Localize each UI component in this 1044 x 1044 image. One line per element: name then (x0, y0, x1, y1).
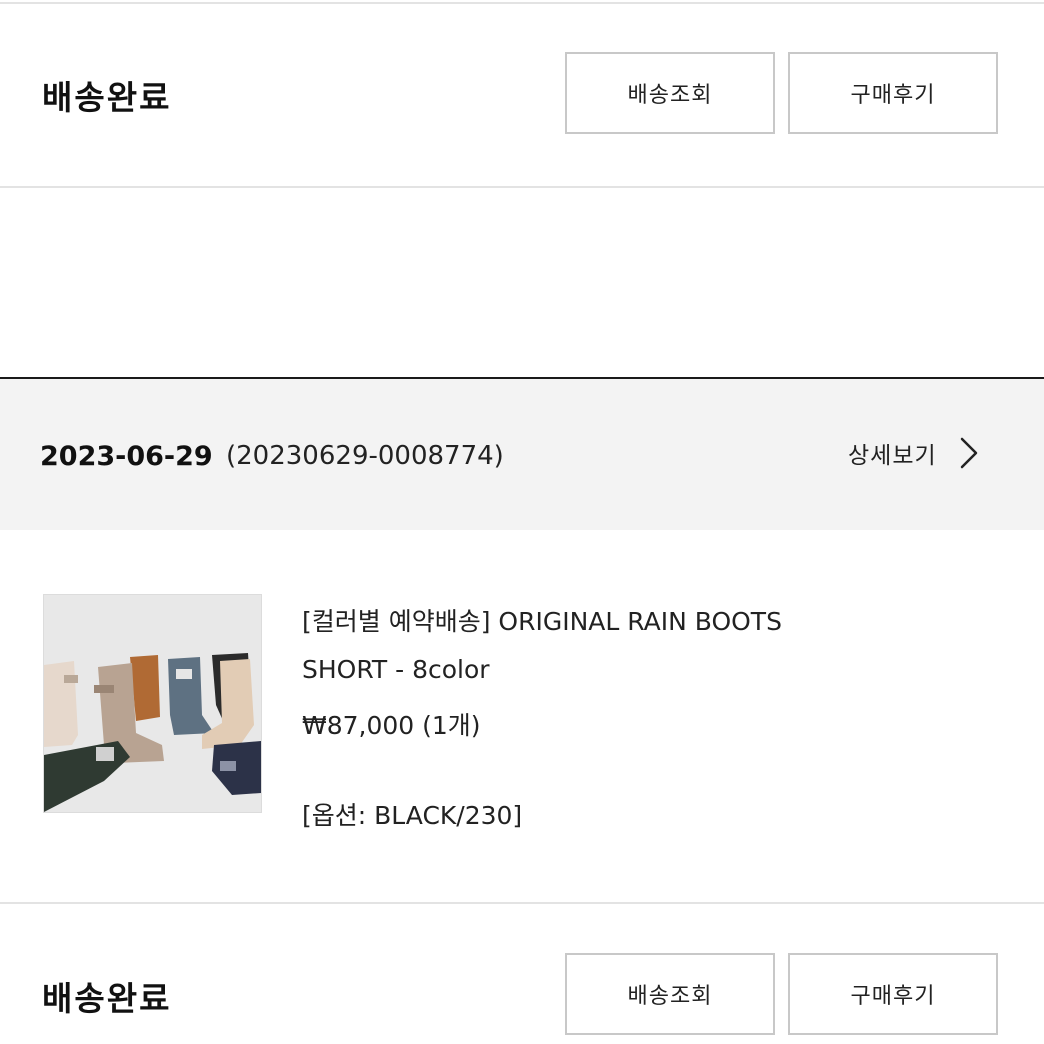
chevron-right-icon (960, 437, 977, 469)
track-delivery-button[interactable]: 배송조회 (565, 52, 775, 134)
section-divider-bottom (0, 902, 1044, 904)
section-divider (0, 186, 1044, 188)
view-details-link[interactable]: 상세보기 (848, 433, 979, 473)
product-name-line-2: SHORT - 8color (302, 655, 490, 684)
product-name-line-1: [컬러별 예약배송] ORIGINAL RAIN BOOTS (302, 607, 782, 636)
order-date: 2023-06-29 (40, 441, 213, 472)
delivery-status-text-2: 배송완료 (42, 979, 172, 1018)
product-option: [옵션: BLACK/230] (302, 801, 523, 830)
view-details-label: 상세보기 (848, 443, 937, 469)
order-number: (20230629-0008774) (226, 441, 504, 471)
write-review-button-2[interactable]: 구매후기 (788, 953, 998, 1035)
delivery-status-text: 배송완료 (42, 78, 172, 117)
product-name[interactable]: [컬러별 예약배송] ORIGINAL RAIN BOOTS SHORT - 8… (302, 598, 902, 694)
product-thumbnail[interactable] (43, 594, 262, 813)
rain-boots-photo (44, 595, 261, 812)
delivery-status-row-2: 배송완료 배송조회 구매후기 (0, 953, 1044, 1039)
product-price: ₩87,000 (1개) (302, 711, 481, 740)
top-divider (0, 2, 1044, 4)
order-header: 2023-06-29 (20230629-0008774) 상세보기 (0, 377, 1044, 530)
track-delivery-button-2[interactable]: 배송조회 (565, 953, 775, 1035)
delivery-status-row: 배송완료 배송조회 구매후기 (0, 52, 1044, 138)
write-review-button[interactable]: 구매후기 (788, 52, 998, 134)
